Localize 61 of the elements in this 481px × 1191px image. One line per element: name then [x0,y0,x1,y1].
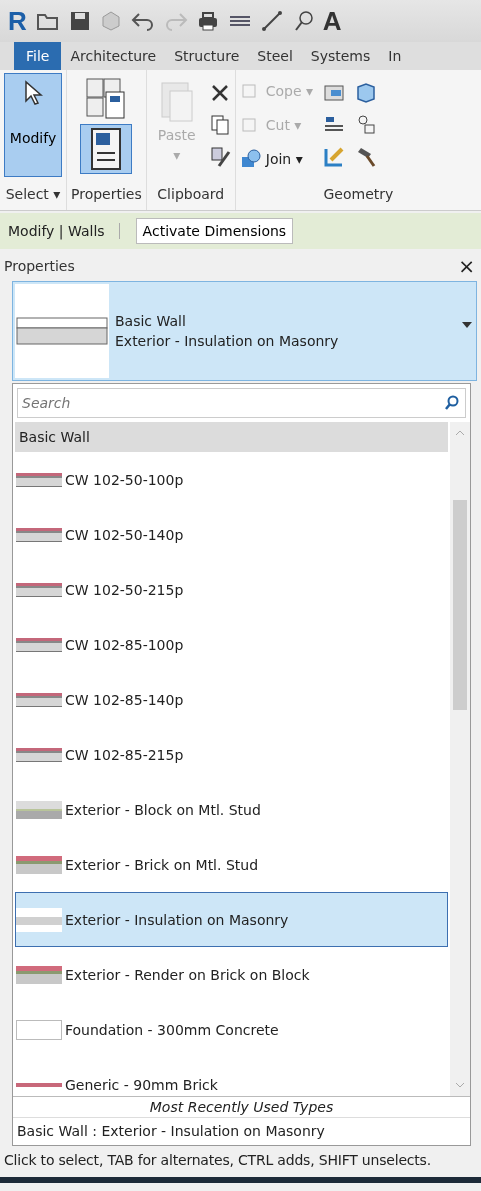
panel-label: Clipboard [156,185,226,204]
recent-type-item[interactable]: Basic Wall : Exterior - Insulation on Masonry [13,1118,470,1145]
ribbon-tab[interactable]: Structure [165,42,249,70]
wall-type-item[interactable]: CW 102-50-100p [15,452,448,507]
cursor-icon [23,80,43,106]
save-icon[interactable] [68,10,91,32]
ribbon-tab[interactable]: In [379,42,411,70]
dimension-icon[interactable] [260,10,283,32]
brush-icon[interactable] [208,146,231,168]
wall-preview-icon [15,284,109,378]
modify-button[interactable]: Modify [4,73,62,177]
text-tool[interactable]: A [322,5,342,37]
folder-icon[interactable] [35,11,60,31]
wall-swatch-icon [16,1017,62,1042]
cube-icon[interactable] [355,82,378,104]
type-selector[interactable]: Basic Wall Exterior - Insulation on Masonry [12,281,477,381]
ribbon-tab[interactable]: File [14,42,62,70]
group-header[interactable]: Basic Wall [15,422,448,452]
ribbon-tab[interactable]: Steel [248,42,302,70]
activate-dimensions-button[interactable]: Activate Dimensions [135,218,294,244]
wall-type-item[interactable]: CW 102-85-100p [15,617,448,672]
close-button[interactable]: × [458,254,475,278]
app-logo[interactable]: R [8,5,27,37]
properties-toggle[interactable] [80,124,133,174]
scrollbar[interactable] [450,422,470,1096]
context-tab-title: Modify | Walls [8,223,120,239]
panel-label: Properties [70,185,143,204]
ribbon-tab[interactable]: Architecture [61,42,166,70]
palette-title: Properties [4,258,75,274]
status-bar-text: Click to select, TAB for alternates, CTRL adds, SHIFT unselects. [3,1151,432,1168]
section-heading: Most Recently Used Types [13,1096,470,1118]
printer-icon[interactable] [196,10,219,32]
wall-swatch-icon [16,907,62,932]
search-field[interactable]: Search [17,388,466,418]
wall-type-item[interactable]: CW 102-50-140p [15,507,448,562]
wall-join-icon[interactable] [323,82,346,104]
copy-icon[interactable] [208,114,231,136]
search-icon[interactable] [444,395,460,411]
undo-icon[interactable] [130,11,155,31]
dropdown-arrow-icon[interactable] [462,322,472,328]
panel-label: Geometry [322,185,395,204]
wall-type-item[interactable]: Exterior - Brick on Mtl. Stud [15,837,448,892]
rings-icon[interactable] [355,114,378,136]
scrollbar-thumb[interactable] [453,500,467,710]
wall-type-item[interactable]: CW 102-85-140p [15,672,448,727]
geometry-tool-button[interactable]: Join ▾ [239,147,314,171]
wall-type-item[interactable]: Exterior - Block on Mtl. Stud [15,782,448,837]
wall-type-item[interactable]: Exterior - Render on Brick on Block [15,947,448,1002]
wall-type-item[interactable]: CW 102-85-215p [15,727,448,782]
wall-type-item[interactable]: Exterior - Insulation on Masonry [15,892,448,947]
wall-type-item[interactable]: CW 102-50-215p [15,562,448,617]
pencil-icon[interactable] [323,146,346,168]
shape-icon [239,149,262,169]
ribbon-tab[interactable]: Systems [301,42,380,70]
hammer-icon[interactable] [355,146,378,168]
wall-type-item[interactable]: Generic - 90mm Brick [15,1057,448,1096]
clipboard-icon [159,79,194,123]
panel-label[interactable]: Select ▾ [0,180,66,208]
wall-swatch-icon [16,1082,62,1087]
wall-type-item[interactable]: Foundation - 300mm Concrete [15,1002,448,1057]
type-name: Basic Wall Exterior - Insulation on Masonry [115,312,339,351]
